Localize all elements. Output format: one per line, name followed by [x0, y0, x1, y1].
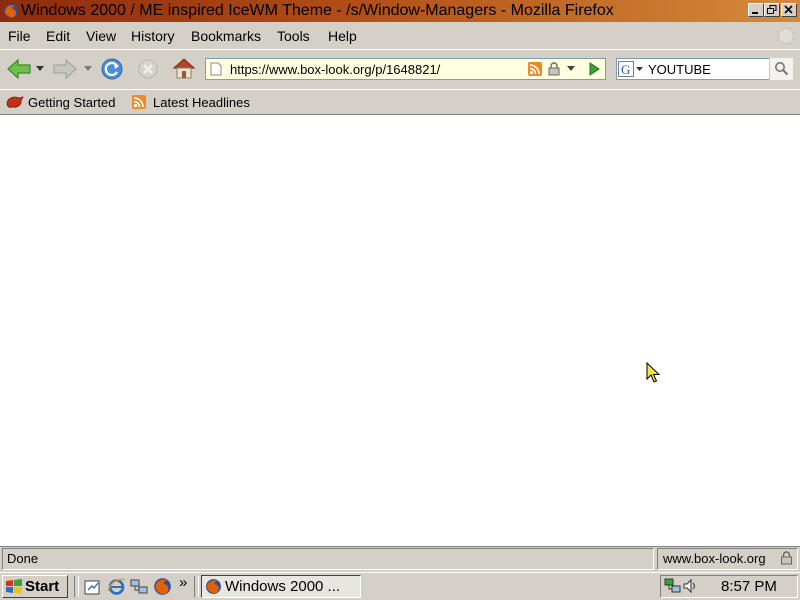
- forward-arrow-icon[interactable]: [52, 58, 78, 80]
- page-content[interactable]: [0, 115, 800, 546]
- quicklaunch-overflow-button[interactable]: »: [179, 574, 187, 591]
- throbber-icon: [778, 28, 794, 44]
- mouse-cursor-icon: [646, 362, 660, 383]
- menu-bar: [0, 22, 800, 49]
- status-panel: [2, 548, 654, 570]
- rss-feed-icon: [132, 95, 146, 109]
- home-icon[interactable]: [172, 56, 196, 80]
- back-arrow-icon[interactable]: [6, 58, 32, 80]
- forward-dropdown-icon[interactable]: [84, 66, 92, 72]
- clock[interactable]: 8:57 PM: [721, 578, 777, 595]
- lock-icon[interactable]: [780, 551, 793, 565]
- start-label: Start: [25, 578, 60, 595]
- stop-icon[interactable]: [137, 58, 159, 80]
- network-icon[interactable]: [130, 578, 148, 596]
- windows-logo-icon: [6, 579, 22, 594]
- internet-explorer-icon[interactable]: [107, 577, 126, 596]
- bookmark-latest-headlines[interactable]: Latest Headlines: [153, 95, 250, 110]
- restore-button[interactable]: [764, 3, 780, 17]
- close-icon: [784, 5, 793, 14]
- firefox-icon: [206, 579, 221, 594]
- firefox-icon: [4, 4, 18, 18]
- menu-file[interactable]: File: [8, 28, 31, 44]
- menu-bookmarks[interactable]: Bookmarks: [191, 28, 261, 44]
- search-button[interactable]: [769, 58, 793, 80]
- show-desktop-icon[interactable]: [84, 578, 102, 596]
- reload-icon[interactable]: [100, 57, 124, 81]
- restore-icon: [767, 5, 777, 14]
- status-text: Done: [7, 551, 39, 566]
- status-domain[interactable]: www.box-look.org: [663, 551, 766, 566]
- google-icon[interactable]: G: [618, 61, 634, 77]
- menu-edit[interactable]: Edit: [46, 28, 70, 44]
- firefox-icon[interactable]: [153, 577, 172, 596]
- svg-text:G: G: [621, 62, 630, 77]
- magnifier-icon: [775, 62, 789, 76]
- page-icon: [210, 62, 222, 76]
- back-dropdown-icon[interactable]: [36, 66, 44, 72]
- taskbar-separator: [74, 576, 79, 597]
- menu-help[interactable]: Help: [328, 28, 357, 44]
- window-title: Windows 2000 / ME inspired IceWM Theme -…: [21, 2, 614, 19]
- menu-tools[interactable]: Tools: [277, 28, 310, 44]
- minimize-icon: [752, 12, 758, 14]
- close-button[interactable]: [781, 3, 797, 17]
- rss-feed-icon[interactable]: [528, 62, 542, 76]
- url-dropdown-icon[interactable]: [567, 66, 575, 72]
- menu-view[interactable]: View: [86, 28, 116, 44]
- bookmarks-toolbar: [0, 89, 800, 115]
- network-tray-icon[interactable]: [664, 578, 682, 594]
- minimize-button[interactable]: [748, 3, 764, 17]
- taskbar-separator: [194, 576, 199, 597]
- bookmark-getting-started[interactable]: Getting Started: [28, 95, 115, 110]
- search-engine-dropdown-icon[interactable]: [636, 67, 643, 72]
- url-text: https://www.box-look.org/p/1648821/: [230, 62, 441, 77]
- firefox-bookmark-icon: [6, 96, 24, 108]
- taskbar-window-label: Windows 2000 ...: [225, 578, 341, 595]
- menu-history[interactable]: History: [131, 28, 175, 44]
- go-arrow-icon[interactable]: [586, 61, 602, 77]
- volume-icon[interactable]: [682, 578, 698, 594]
- lock-icon[interactable]: [547, 62, 561, 76]
- search-input[interactable]: YOUTUBE: [648, 62, 711, 77]
